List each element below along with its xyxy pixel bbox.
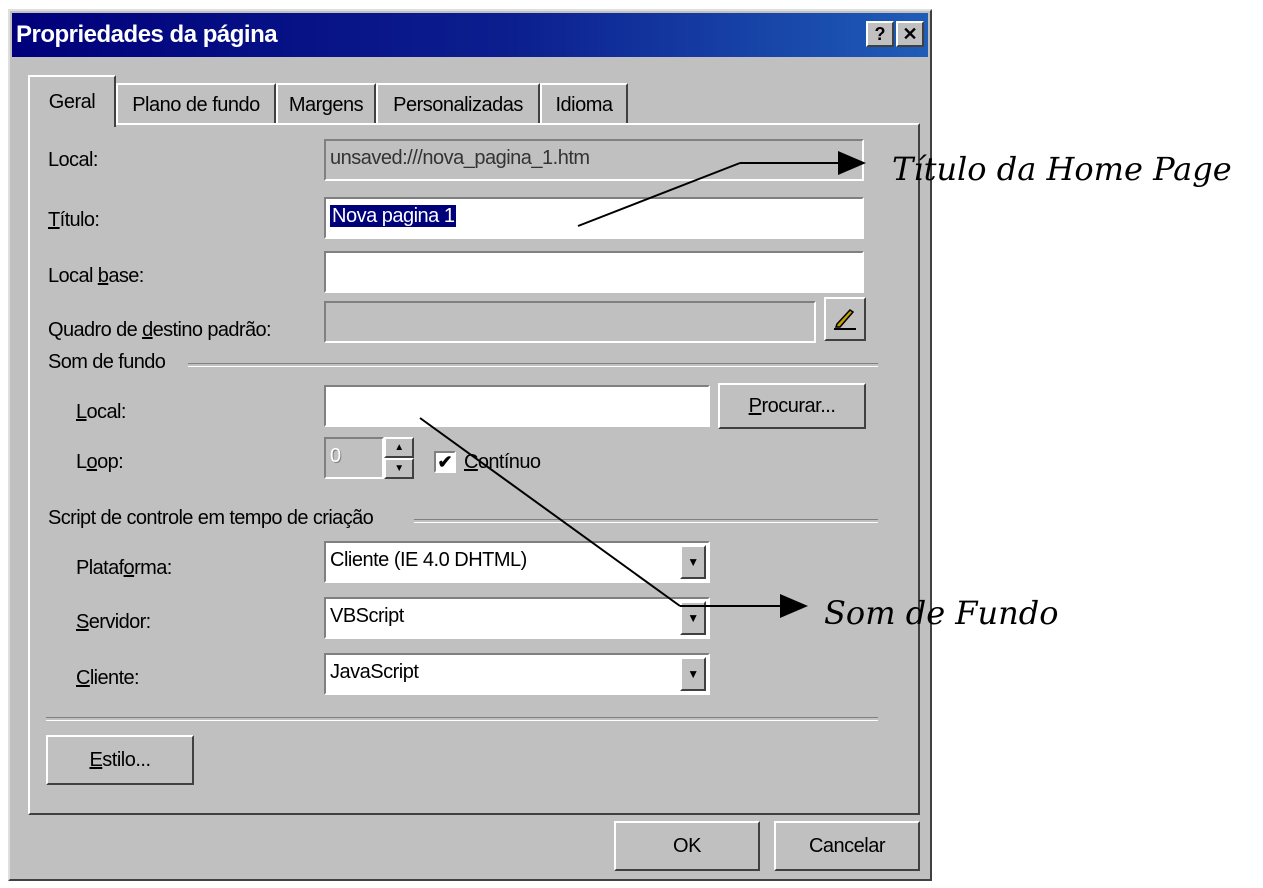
- local-base-label-mnemonic: b: [97, 265, 109, 287]
- titulo-label: Título:: [48, 209, 100, 232]
- titulo-value: Nova pagina 1: [330, 205, 457, 227]
- plataforma-label-a: Plataf: [76, 557, 124, 579]
- annotation-som-de-fundo: Som de Fundo: [824, 594, 1059, 632]
- plataforma-label-c: rma:: [134, 557, 172, 579]
- plataforma-dropdown-button[interactable]: ▼: [680, 545, 706, 579]
- cliente-label-rest: liente:: [89, 667, 140, 689]
- quadro-destino-label: Quadro de destino padrão:: [48, 319, 272, 342]
- continuo-checkbox[interactable]: ✔: [434, 451, 456, 473]
- tab-personalizadas[interactable]: Personalizadas: [376, 83, 540, 125]
- chevron-down-icon: ▼: [687, 667, 699, 681]
- local-base-label-c: ase:: [108, 265, 144, 287]
- loop-label-mnemonic: o: [86, 451, 98, 473]
- servidor-select[interactable]: VBScript ▼: [324, 597, 710, 639]
- plataforma-label: Plataforma:: [76, 557, 172, 580]
- local-base-label-a: Local: [48, 265, 98, 287]
- procurar-button[interactable]: Procurar...: [718, 383, 866, 429]
- titulo-label-mnemonic: T: [48, 209, 60, 231]
- pencil-button[interactable]: [824, 297, 866, 341]
- loop-spin-down: ▼: [384, 458, 414, 479]
- som-local-label-rest: ocal:: [86, 401, 127, 423]
- ok-button[interactable]: OK: [614, 821, 760, 871]
- estilo-label: stilo...: [102, 748, 151, 771]
- titulo-input[interactable]: Nova pagina 1: [324, 197, 864, 239]
- local-base-label: Local base:: [48, 265, 144, 288]
- continuo-label: Contínuo: [464, 451, 541, 474]
- titulo-label-rest: ítulo:: [59, 209, 100, 231]
- loop-label-a: L: [76, 451, 87, 473]
- cliente-label: Cliente:: [76, 667, 140, 690]
- loop-spinner-input: 0: [324, 437, 384, 479]
- continuo-mnemonic: C: [464, 451, 478, 473]
- plataforma-value: Cliente (IE 4.0 DHTML): [330, 549, 527, 571]
- local-label: Local:: [48, 149, 98, 171]
- cancelar-button[interactable]: Cancelar: [774, 821, 920, 871]
- estilo-button[interactable]: Estilo...: [46, 735, 194, 785]
- window-title: Propriedades da página: [16, 21, 278, 48]
- cliente-dropdown-button[interactable]: ▼: [680, 657, 706, 691]
- procurar-mnemonic: P: [748, 394, 762, 417]
- plataforma-select[interactable]: Cliente (IE 4.0 DHTML) ▼: [324, 541, 710, 583]
- spin-up-icon: ▲: [394, 442, 404, 453]
- cliente-select[interactable]: JavaScript ▼: [324, 653, 710, 695]
- local-field: unsaved:///nova_pagina_1.htm: [324, 139, 864, 181]
- procurar-label: rocurar...: [761, 394, 836, 417]
- annotation-titulo-home-page: Título da Home Page: [892, 150, 1232, 188]
- bottom-divider: [46, 717, 878, 721]
- tab-geral[interactable]: Geral: [28, 75, 116, 127]
- quadro-destino-field: [324, 301, 816, 343]
- close-button[interactable]: ✕: [896, 21, 924, 47]
- servidor-mnemonic: S: [76, 611, 89, 633]
- continuo-label-rest: ontínuo: [477, 451, 541, 473]
- title-bar[interactable]: Propriedades da página ? ✕: [12, 13, 928, 57]
- chevron-down-icon: ▼: [687, 611, 699, 625]
- loop-value: 0: [330, 445, 341, 467]
- som-local-label: Local:: [76, 401, 126, 424]
- servidor-dropdown-button[interactable]: ▼: [680, 601, 706, 635]
- quadro-label-a: Quadro de: [48, 319, 143, 341]
- spin-down-icon: ▼: [394, 463, 404, 474]
- som-local-input[interactable]: [324, 385, 710, 427]
- servidor-label: Servidor:: [76, 611, 151, 634]
- loop-label: Loop:: [76, 451, 124, 474]
- quadro-label-mnemonic: d: [142, 319, 153, 341]
- quadro-label-c: estino padrão:: [152, 319, 272, 341]
- script-divider: [414, 519, 878, 523]
- servidor-label-rest: ervidor:: [88, 611, 151, 633]
- cliente-value: JavaScript: [330, 661, 419, 683]
- estilo-mnemonic: E: [89, 748, 103, 771]
- chevron-down-icon: ▼: [687, 555, 699, 569]
- pencil-icon: [834, 309, 856, 330]
- plataforma-mnemonic: o: [123, 557, 135, 579]
- som-de-fundo-group-label: Som de fundo: [48, 351, 166, 373]
- som-local-label-mnemonic: L: [76, 401, 87, 423]
- tab-margens[interactable]: Margens: [276, 83, 376, 125]
- help-button[interactable]: ?: [866, 21, 894, 47]
- script-group-label: Script de controle em tempo de criação: [48, 507, 374, 529]
- cliente-mnemonic: C: [76, 667, 90, 689]
- page-properties-dialog: Propriedades da página ? ✕ Geral Plano d…: [8, 9, 932, 881]
- tab-idioma[interactable]: Idioma: [540, 83, 628, 125]
- loop-spin-up: ▲: [384, 437, 414, 458]
- loop-label-c: op:: [97, 451, 124, 473]
- som-de-fundo-divider: [188, 363, 878, 367]
- tab-plano-de-fundo[interactable]: Plano de fundo: [116, 83, 276, 125]
- servidor-value: VBScript: [330, 605, 404, 627]
- local-value: unsaved:///nova_pagina_1.htm: [330, 147, 590, 169]
- local-base-input[interactable]: [324, 251, 864, 293]
